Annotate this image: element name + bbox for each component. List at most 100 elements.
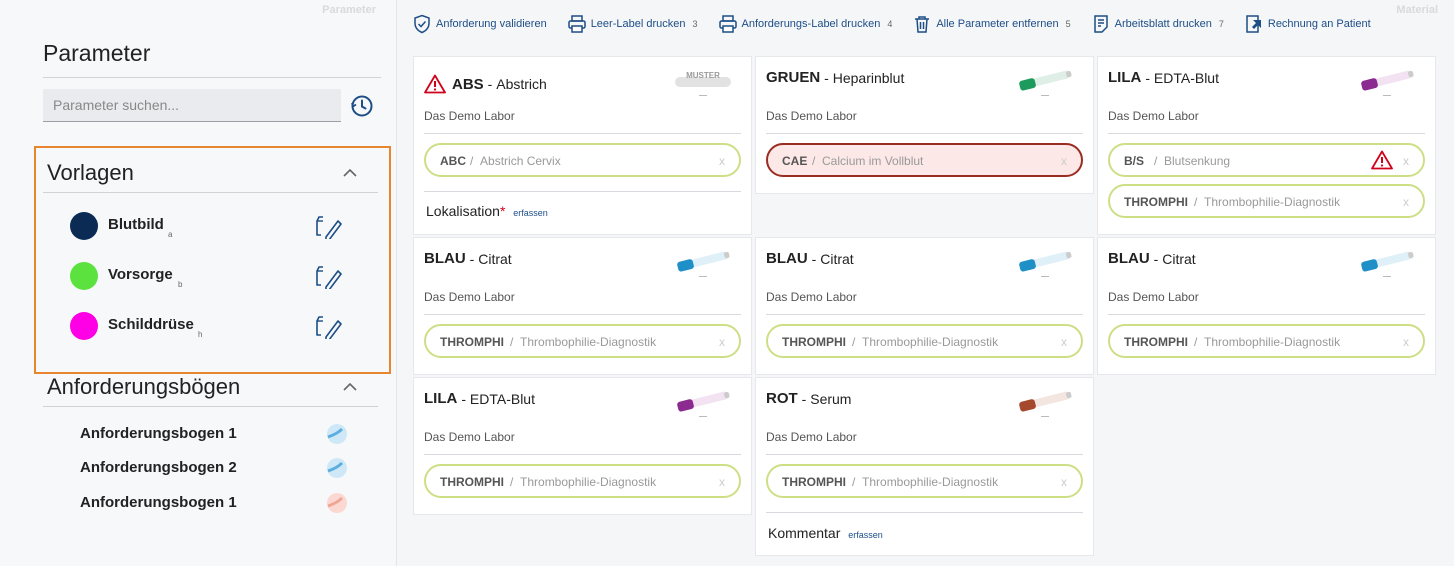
template-shortcut: b [178, 280, 183, 289]
parameter-chip-error[interactable]: CAE / Calcium im Vollblut x [766, 143, 1083, 177]
template-item-vorsorge[interactable]: Vorsorge b [70, 262, 350, 294]
lab-name: Das Demo Labor [766, 109, 857, 123]
material-name: Citrat [820, 250, 854, 267]
parameter-chip[interactable]: THROMPHI / Thrombophilie-Diagnostik x [766, 324, 1083, 358]
parameter-code: THROMPHI [782, 335, 846, 349]
edit-template-icon[interactable] [314, 263, 342, 289]
bogen-item[interactable]: Anforderungsbogen 1 [80, 423, 360, 445]
divider [766, 512, 1083, 513]
template-shortcut: h [198, 330, 203, 339]
toolbar-label: Alle Parameter entfernen [936, 18, 1059, 30]
material-name: Heparinblut [832, 69, 905, 86]
trash-icon [915, 16, 930, 33]
parameter-search-input[interactable] [43, 89, 341, 122]
bogen-item[interactable]: Anforderungsbogen 2 [80, 457, 360, 479]
lab-name: Das Demo Labor [1108, 290, 1199, 304]
parameter-chip[interactable]: B/S / Blutsenkung x [1108, 143, 1425, 177]
anforderungsboegen-title[interactable]: Anforderungsbögen [47, 374, 240, 400]
invoice-icon [1246, 15, 1261, 33]
lab-name: Das Demo Labor [424, 290, 515, 304]
remove-parameter-button[interactable]: x [719, 475, 725, 489]
blue-gauge-icon [327, 458, 347, 478]
comment-capture-link[interactable]: erfassen [848, 530, 883, 540]
divider [43, 406, 378, 407]
material-name: Abstrich [496, 76, 547, 92]
localisation-capture-link[interactable]: erfassen [513, 208, 548, 218]
remove-parameter-button[interactable]: x [1061, 335, 1067, 349]
card-header: GRUEN - Heparinblut [766, 69, 905, 86]
toolbar-label: Anforderung validieren [436, 18, 547, 30]
material-code: GRUEN [766, 69, 821, 86]
template-item-schilddruese[interactable]: Schilddrüse h [70, 312, 350, 344]
lab-name: Das Demo Labor [1108, 109, 1199, 123]
toolbar-shortcut: 7 [1218, 19, 1224, 29]
remove-parameter-button[interactable]: x [1061, 154, 1067, 168]
warning-icon [1371, 150, 1393, 170]
divider [424, 191, 741, 192]
material-code: BLAU [1108, 250, 1150, 267]
template-color-dot [70, 212, 98, 240]
material-card: GRUEN - Heparinblut Das Demo Labor CAE / … [755, 56, 1094, 194]
remove-parameter-button[interactable]: x [1403, 195, 1409, 209]
toolbar-shortcut: 5 [1065, 19, 1071, 29]
material-code: LILA [1108, 69, 1142, 86]
parameter-chip[interactable]: THROMPHI / Thrombophilie-Diagnostik x [766, 464, 1083, 498]
parameter-chip[interactable]: THROMPHI / Thrombophilie-Diagnostik x [1108, 184, 1425, 218]
chevron-up-icon[interactable] [343, 168, 357, 177]
tube-image [673, 390, 733, 418]
tube-image [1015, 250, 1075, 278]
parameter-code: THROMPHI [440, 335, 504, 349]
parameter-desc: / Thrombophilie-Diagnostik [510, 335, 657, 349]
parameter-desc: / Calcium im Vollblut [812, 154, 924, 168]
bogen-item[interactable]: Anforderungsbogen 1 [80, 492, 360, 514]
edit-template-icon[interactable] [314, 313, 342, 339]
parameter-sidebar: Parameter Parameter Vorlagen Blutbild a … [0, 0, 397, 566]
parameter-code: B/S [1124, 154, 1145, 168]
parameter-desc: / Blutsenkung [1154, 154, 1231, 168]
card-header: BLAU - Citrat [424, 250, 512, 267]
bogen-name: Anforderungsbogen 1 [80, 425, 237, 442]
remove-all-parameters-button[interactable]: Alle Parameter entfernen 5 [912, 14, 1071, 34]
divider [1108, 133, 1425, 134]
parameter-desc: / Thrombophilie-Diagnostik [1194, 195, 1341, 209]
remove-parameter-button[interactable]: x [719, 154, 725, 168]
print-empty-label-button[interactable]: Leer-Label drucken 3 [567, 14, 698, 34]
lab-name: Das Demo Labor [424, 430, 515, 444]
material-code: LILA [424, 390, 458, 407]
card-header: ABS - Abstrich [424, 74, 547, 94]
card-header: ROT - Serum [766, 390, 852, 407]
material-code: ABS [452, 75, 484, 93]
template-item-blutbild[interactable]: Blutbild a [70, 212, 350, 244]
parameter-code: THROMPHI [440, 475, 504, 489]
parameter-chip[interactable]: THROMPHI / Thrombophilie-Diagnostik x [424, 464, 741, 498]
remove-parameter-button[interactable]: x [1403, 154, 1409, 168]
material-card: LILA - EDTA-Blut Das Demo Labor B/S / Blu… [1097, 56, 1436, 235]
template-name: Blutbild [108, 216, 164, 233]
card-header: BLAU - Citrat [766, 250, 854, 267]
bogen-name: Anforderungsbogen 1 [80, 494, 237, 511]
divider [766, 133, 1083, 134]
remove-parameter-button[interactable]: x [1061, 475, 1067, 489]
parameter-code: CAE [782, 154, 808, 168]
lab-name: Das Demo Labor [766, 430, 857, 444]
template-name: Vorsorge [108, 266, 173, 283]
toolbar-shortcut: 4 [887, 19, 893, 29]
parameter-chip[interactable]: THROMPHI / Thrombophilie-Diagnostik x [424, 324, 741, 358]
edit-template-icon[interactable] [314, 213, 342, 239]
print-worksheet-button[interactable]: Arbeitsblatt drucken 7 [1091, 14, 1224, 34]
vorlagen-title[interactable]: Vorlagen [47, 160, 134, 186]
parameter-chip[interactable]: THROMPHI / Thrombophilie-Diagnostik x [1108, 324, 1425, 358]
validate-request-button[interactable]: Anforderung validieren [412, 14, 547, 34]
comment-field: Kommentar erfassen [768, 525, 883, 541]
print-request-label-button[interactable]: Anforderungs-Label drucken 4 [718, 14, 893, 34]
remove-parameter-button[interactable]: x [1403, 335, 1409, 349]
toolbar-label: Rechnung an Patient [1267, 18, 1371, 30]
invoice-patient-button[interactable]: Rechnung an Patient [1244, 14, 1371, 34]
muster-text: MUSTER [686, 71, 720, 80]
chevron-up-icon[interactable] [343, 382, 357, 391]
remove-parameter-button[interactable]: x [719, 335, 725, 349]
template-color-dot [70, 262, 98, 290]
parameter-chip[interactable]: ABC / Abstrich Cervix x [424, 143, 741, 177]
history-icon[interactable] [350, 94, 374, 118]
material-card: ABS - Abstrich MUSTER Das Demo Labor ABC … [413, 56, 752, 235]
